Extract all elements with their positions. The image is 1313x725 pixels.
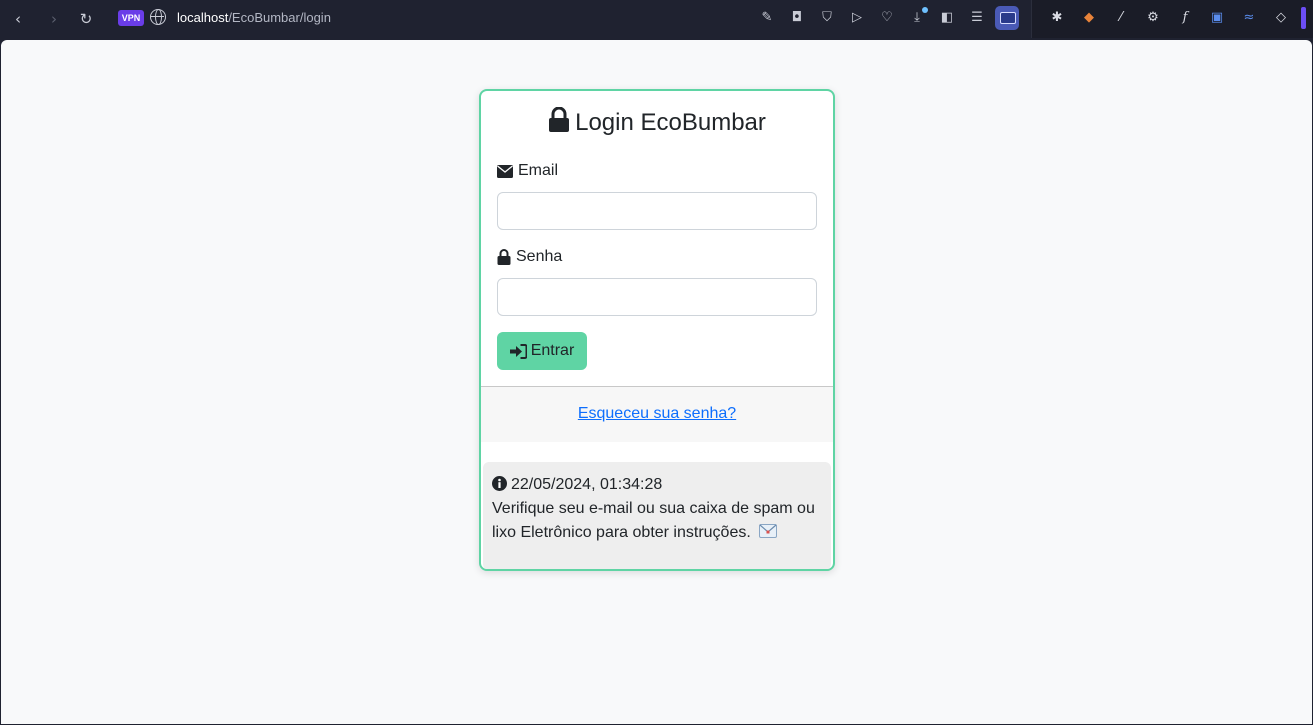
globe-icon[interactable] xyxy=(150,9,166,25)
url-host: localhost xyxy=(177,10,229,25)
eyedropper-icon[interactable]: ⁄ xyxy=(1112,9,1130,27)
page-title: Login EcoBumbar xyxy=(481,107,833,137)
extension-indicator xyxy=(1301,7,1306,29)
font-icon[interactable]: f xyxy=(1176,9,1194,27)
title-text: Login EcoBumbar xyxy=(575,109,766,136)
play-icon[interactable]: ▷ xyxy=(848,9,866,27)
email-label-text: Email xyxy=(518,162,559,179)
forward-icon[interactable]: › xyxy=(44,9,64,29)
heart-icon[interactable]: ♡ xyxy=(878,9,896,27)
notice-box: 22/05/2024, 01:34:28 Verifique seu e-mai… xyxy=(483,462,831,569)
bug-icon[interactable]: ✱ xyxy=(1048,9,1066,27)
envelope-icon xyxy=(497,164,513,178)
notice-timestamp: 22/05/2024, 01:34:28 xyxy=(511,476,663,493)
password-label: Senha xyxy=(497,248,562,266)
notice-message-row: Verifique seu e-mail ou sua caixa de spa… xyxy=(492,497,822,545)
password-field[interactable] xyxy=(497,278,817,316)
text-icon[interactable]: ≈ xyxy=(1240,9,1258,27)
gear-icon[interactable]: ⚙ xyxy=(1144,9,1162,27)
email-label: Email xyxy=(497,162,558,180)
sign-in-icon xyxy=(509,343,527,359)
shield-icon[interactable]: ⛉ xyxy=(818,9,836,27)
edit-icon[interactable]: ✎ xyxy=(758,9,776,27)
browser-toolbar: ‹ › ↻ VPN localhost/EcoBumbar/login ✎ ◘ … xyxy=(0,0,1313,38)
envelope-icon xyxy=(759,524,778,538)
menu-icon[interactable]: ☰ xyxy=(968,9,986,27)
camera-icon[interactable]: ◘ xyxy=(788,9,806,27)
forgot-password-link[interactable]: Esqueceu sua senha? xyxy=(481,405,833,423)
back-icon[interactable]: ‹ xyxy=(8,9,28,29)
lock-icon xyxy=(549,107,570,132)
password-label-text: Senha xyxy=(516,248,563,265)
fox-icon[interactable]: ◆ xyxy=(1080,9,1098,27)
info-icon xyxy=(492,476,507,491)
url-path: /EcoBumbar/login xyxy=(228,10,331,25)
profile-icon[interactable] xyxy=(995,6,1019,30)
login-card: Login EcoBumbar Email Senha Entrar Esque… xyxy=(479,89,835,571)
extensions-panel: ✱ ◆ ⁄ ⚙ f ▣ ≈ ◇ xyxy=(1031,0,1313,38)
notice-timestamp-row: 22/05/2024, 01:34:28 xyxy=(492,473,822,497)
card-footer: Esqueceu sua senha? xyxy=(481,386,833,442)
login-button-label: Entrar xyxy=(530,342,575,359)
address-bar[interactable]: localhost/EcoBumbar/login xyxy=(177,10,331,25)
email-field[interactable] xyxy=(497,192,817,230)
vpn-badge[interactable]: VPN xyxy=(118,10,144,26)
download-badge xyxy=(922,7,928,13)
login-button[interactable]: Entrar xyxy=(497,332,587,370)
sidebar-icon[interactable]: ◧ xyxy=(938,9,956,27)
lock-icon xyxy=(497,249,511,265)
translate-icon[interactable]: ▣ xyxy=(1208,9,1226,27)
reload-icon[interactable]: ↻ xyxy=(76,9,96,29)
cube-icon[interactable]: ◇ xyxy=(1272,9,1290,27)
